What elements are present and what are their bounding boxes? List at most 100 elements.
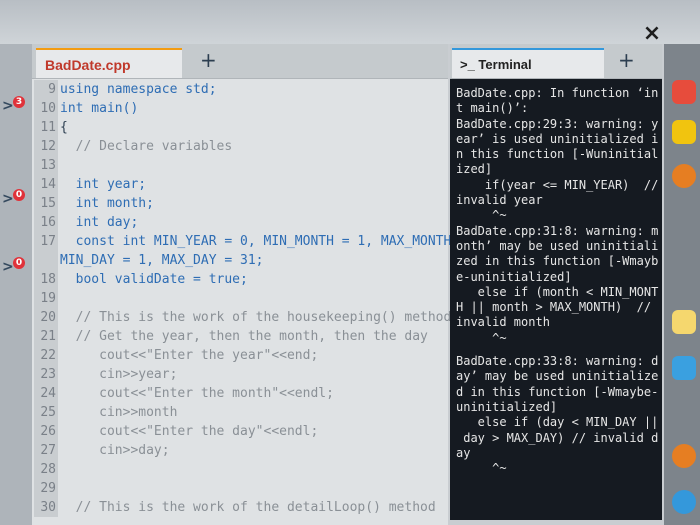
lint-gutter: > 3 > 0 > 0	[0, 44, 32, 525]
text-size-icon[interactable]	[672, 120, 696, 144]
code-line[interactable]: 26 cout<<"Enter the day"<<endl;	[32, 422, 448, 441]
line-number: 26	[34, 422, 58, 441]
code-line[interactable]: 30 // This is the work of the detailLoop…	[32, 498, 448, 517]
code-line[interactable]: 15 int month;	[32, 194, 448, 213]
tab-baddate-cpp[interactable]: BadDate.cpp	[36, 48, 182, 78]
terminal-line: n this function [-Wuninitial	[456, 147, 659, 162]
error-count-badge: 0	[13, 189, 25, 201]
line-number: 24	[34, 384, 58, 403]
line-number: 23	[34, 365, 58, 384]
terminal-line: ear’ is used uninitialized i	[456, 131, 659, 146]
sync-icon[interactable]	[672, 444, 696, 468]
code-line[interactable]: 9 using namespace std;	[32, 80, 448, 99]
terminal-tab-bar: >_ Terminal +	[450, 44, 662, 79]
tab-title: >_ Terminal	[460, 57, 532, 72]
line-number: 15	[34, 194, 58, 213]
code-text: // This is the work of the housekeeping(…	[60, 310, 452, 325]
code-line[interactable]: 23 cin>>year;	[32, 365, 448, 384]
terminal-line: ay’ may be used uninitialize	[456, 369, 659, 384]
browser-icon[interactable]	[672, 164, 696, 188]
code-line[interactable]: 21 // Get the year, then the month, then…	[32, 327, 448, 346]
code-line[interactable]: 25 cin>>month	[32, 403, 448, 422]
terminal-line: ized]	[456, 162, 493, 177]
terminal-line: else if (day < MIN_DAY ||	[456, 415, 659, 430]
line-number: 11	[34, 118, 58, 137]
new-tab-button[interactable]: +	[200, 50, 217, 70]
terminal-line: invalid year	[456, 193, 543, 208]
line-number: 10	[34, 99, 58, 118]
line-number	[34, 251, 58, 270]
line-number: 17	[34, 232, 58, 251]
code-text: int main()	[60, 101, 139, 116]
code-text: const int MIN_YEAR = 0, MIN_MONTH = 1, M…	[60, 234, 499, 249]
code-line[interactable]: 24 cout<<"Enter the month"<<endl;	[32, 384, 448, 403]
terminal-panel[interactable]: >_ Terminal + BadDate.cpp: In function ‘…	[450, 44, 662, 520]
code-text: cout<<"Enter the year"<<end;	[60, 348, 319, 363]
window-top-band: ×	[0, 0, 700, 46]
line-number: 14	[34, 175, 58, 194]
terminal-line: d in this function [-Wmaybe-	[456, 384, 659, 399]
error-count-badge: 3	[13, 96, 25, 108]
code-line[interactable]: 12 // Declare variables	[32, 137, 448, 156]
code-line[interactable]: 10 int main()	[32, 99, 448, 118]
code-line[interactable]: MIN_DAY = 1, MAX_DAY = 31;	[32, 251, 448, 270]
cloud-icon[interactable]	[672, 356, 696, 380]
code-editor[interactable]: BadDate.cpp + 9 using namespace std; 10 int…	[32, 44, 498, 525]
lint-marker[interactable]: > 3	[2, 96, 30, 116]
code-line[interactable]: 18 bool validDate = true;	[32, 270, 448, 289]
line-number: 28	[34, 460, 58, 479]
terminal-line: BadDate.cpp: In function ‘in	[456, 86, 659, 100]
line-number: 19	[34, 289, 58, 308]
code-text: // Declare variables	[60, 139, 233, 154]
terminal-line: e-uninitialized]	[456, 269, 572, 284]
code-line[interactable]: 27 cin>>day;	[32, 441, 448, 460]
lint-marker[interactable]: > 0	[2, 257, 30, 277]
code-line[interactable]: 16 int day;	[32, 213, 448, 232]
code-text: bool validDate = true;	[60, 272, 248, 287]
code-line[interactable]: 17 const int MIN_YEAR = 0, MIN_MONTH = 1…	[32, 232, 498, 251]
line-number: 12	[34, 137, 58, 156]
code-text: cout<<"Enter the month"<<endl;	[60, 386, 334, 401]
code-line[interactable]: 28	[32, 460, 448, 479]
code-text: cout<<"Enter the day"<<endl;	[60, 424, 319, 439]
new-terminal-button[interactable]: +	[618, 50, 635, 70]
line-number: 30	[34, 498, 58, 517]
expand-arrow-icon: >	[2, 191, 14, 207]
tab-terminal[interactable]: >_ Terminal	[452, 48, 604, 78]
terminal-line: if(year <= MIN_YEAR) //	[456, 177, 659, 192]
line-number: 25	[34, 403, 58, 422]
line-number: 27	[34, 441, 58, 460]
code-line[interactable]: 11{	[32, 118, 448, 137]
code-text: cin>>year;	[60, 367, 178, 382]
line-number: 20	[34, 308, 58, 327]
line-number: 29	[34, 479, 58, 498]
terminal-line: BadDate.cpp:33:8: warning: d	[456, 354, 659, 369]
line-number: 16	[34, 213, 58, 232]
line-number: 9	[34, 80, 58, 99]
terminal-line: uninitialized]	[456, 399, 558, 414]
lint-marker[interactable]: > 0	[2, 189, 30, 209]
code-text: int year;	[60, 177, 147, 192]
code-line[interactable]: 13	[32, 156, 448, 175]
code-line[interactable]: 20 // This is the work of the housekeepi…	[32, 308, 452, 327]
code-line[interactable]: 14 int year;	[32, 175, 448, 194]
code-line[interactable]: 22 cout<<"Enter the year"<<end;	[32, 346, 448, 365]
code-text: int day;	[60, 215, 139, 230]
close-icon[interactable]: ×	[640, 22, 664, 46]
rss-icon[interactable]	[672, 80, 696, 104]
audio-icon[interactable]	[672, 310, 696, 334]
terminal-line: ^~	[456, 461, 507, 476]
code-line[interactable]: 29	[32, 479, 448, 498]
terminal-output[interactable]: BadDate.cpp: In function ‘in t main()’: Ba…	[456, 86, 658, 516]
line-number: 13	[34, 156, 58, 175]
terminal-line: BadDate.cpp:29:3: warning: y	[456, 116, 659, 131]
terminal-line: ^~	[456, 330, 507, 345]
editor-tab-bar: BadDate.cpp +	[32, 44, 448, 79]
code-area[interactable]: 9 using namespace std; 10 int main() 11{12 /…	[32, 80, 498, 525]
code-text: using namespace std;	[60, 82, 217, 97]
code-line[interactable]: 19	[32, 289, 448, 308]
play-icon[interactable]	[672, 490, 696, 514]
code-text: cin>>month	[60, 405, 178, 420]
terminal-line: day > MAX_DAY) // invalid d	[456, 430, 659, 445]
